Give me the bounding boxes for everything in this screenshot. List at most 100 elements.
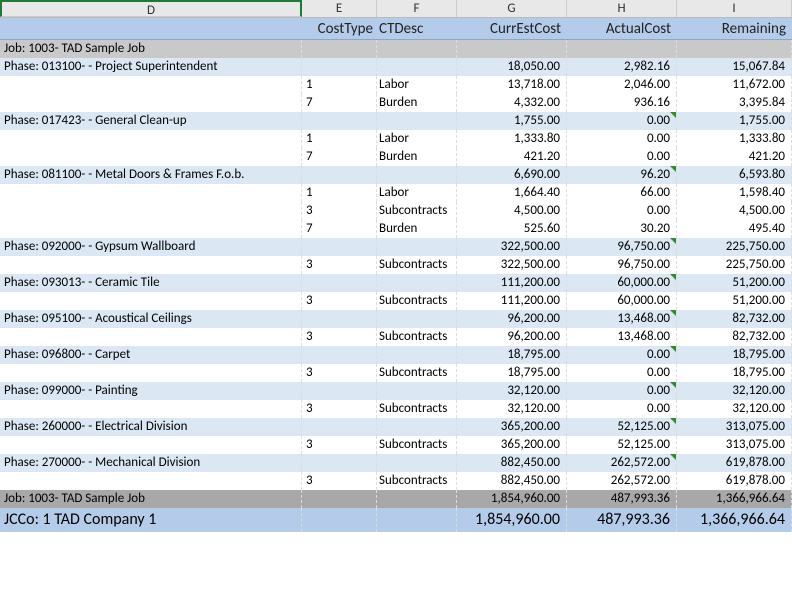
phase-g: 96,200.00 bbox=[457, 310, 567, 328]
detail-ctdesc: Subcontracts bbox=[377, 292, 457, 310]
detail-g: 4,332.00 bbox=[457, 94, 567, 112]
phase-g: 111,200.00 bbox=[457, 274, 567, 292]
phase-label: Phase: 092000- - Gypsum Wallboard bbox=[0, 238, 302, 256]
detail-h: 13,468.00 bbox=[567, 328, 677, 346]
phase-h: 96.20 bbox=[567, 166, 677, 184]
col-letter-G[interactable]: G bbox=[457, 0, 567, 17]
company-i: 1,366,966.64 bbox=[677, 508, 792, 532]
detail-costtype: 7 bbox=[302, 148, 377, 166]
detail-ctdesc: Subcontracts bbox=[377, 364, 457, 382]
detail-h: 0.00 bbox=[567, 364, 677, 382]
detail-costtype: 3 bbox=[302, 328, 377, 346]
detail-h: 60,000.00 bbox=[567, 292, 677, 310]
detail-row: 3Subcontracts322,500.0096,750.00225,750.… bbox=[0, 256, 792, 274]
detail-row: 3Subcontracts4,500.000.004,500.00 bbox=[0, 202, 792, 220]
phase-row: Phase: 270000- - Mechanical Division882,… bbox=[0, 454, 792, 472]
detail-row: 3Subcontracts365,200.0052,125.00313,075.… bbox=[0, 436, 792, 454]
header-actualcost: ActualCost bbox=[567, 18, 677, 39]
phase-row: Phase: 096800- - Carpet18,795.000.0018,7… bbox=[0, 346, 792, 364]
detail-costtype: 3 bbox=[302, 292, 377, 310]
detail-row: 3Subcontracts96,200.0013,468.0082,732.00 bbox=[0, 328, 792, 346]
detail-i: 3,395.84 bbox=[677, 94, 792, 112]
detail-g: 111,200.00 bbox=[457, 292, 567, 310]
detail-costtype: 1 bbox=[302, 76, 377, 94]
phase-i: 15,067.84 bbox=[677, 58, 792, 76]
detail-row: 1Labor13,718.002,046.0011,672.00 bbox=[0, 76, 792, 94]
phase-label: Phase: 270000- - Mechanical Division bbox=[0, 454, 302, 472]
detail-i: 313,075.00 bbox=[677, 436, 792, 454]
phase-h: 2,982.16 bbox=[567, 58, 677, 76]
column-letters: D E F G H I bbox=[0, 0, 792, 18]
col-letter-I[interactable]: I bbox=[677, 0, 792, 17]
phase-i: 6,593.80 bbox=[677, 166, 792, 184]
detail-ctdesc: Labor bbox=[377, 130, 457, 148]
col-letter-H[interactable]: H bbox=[567, 0, 677, 17]
phase-i: 82,732.00 bbox=[677, 310, 792, 328]
detail-g: 322,500.00 bbox=[457, 256, 567, 274]
phase-h: 13,468.00 bbox=[567, 310, 677, 328]
job-total-g: 1,854,960.00 bbox=[457, 490, 567, 508]
detail-g: 1,333.80 bbox=[457, 130, 567, 148]
detail-g: 32,120.00 bbox=[457, 400, 567, 418]
phase-i: 225,750.00 bbox=[677, 238, 792, 256]
detail-ctdesc: Subcontracts bbox=[377, 472, 457, 490]
detail-h: 936.16 bbox=[567, 94, 677, 112]
detail-ctdesc: Burden bbox=[377, 220, 457, 238]
job-total: Job: 1003- TAD Sample Job 1,854,960.00 4… bbox=[0, 490, 792, 508]
detail-i: 51,200.00 bbox=[677, 292, 792, 310]
detail-h: 0.00 bbox=[567, 400, 677, 418]
detail-costtype: 3 bbox=[302, 472, 377, 490]
detail-ctdesc: Labor bbox=[377, 76, 457, 94]
detail-row: 3Subcontracts882,450.00262,572.00619,878… bbox=[0, 472, 792, 490]
phase-row: Phase: 092000- - Gypsum Wallboard 322,500… bbox=[0, 238, 792, 256]
detail-costtype: 3 bbox=[302, 202, 377, 220]
detail-g: 525.60 bbox=[457, 220, 567, 238]
col-letter-E[interactable]: E bbox=[302, 0, 377, 17]
phase-label: Phase: 081100- - Metal Doors & Frames F.… bbox=[0, 166, 302, 184]
phase-i: 51,200.00 bbox=[677, 274, 792, 292]
detail-ctdesc: Subcontracts bbox=[377, 256, 457, 274]
col-letter-D[interactable]: D bbox=[0, 0, 302, 17]
phase-label: Phase: 093013- - Ceramic Tile bbox=[0, 274, 302, 292]
detail-g: 13,718.00 bbox=[457, 76, 567, 94]
phase-h: 52,125.00 bbox=[567, 418, 677, 436]
detail-h: 0.00 bbox=[567, 148, 677, 166]
phase-row: Phase: 260000- - Electrical Division365,… bbox=[0, 418, 792, 436]
phase-h: 0.00 bbox=[567, 112, 677, 130]
phase-g: 18,795.00 bbox=[457, 346, 567, 364]
phase-label: Phase: 013100- - Project Superintendent bbox=[0, 58, 302, 76]
phase-row: Phase: 013100- - Project Superintendent 1… bbox=[0, 58, 792, 76]
detail-i: 4,500.00 bbox=[677, 202, 792, 220]
detail-ctdesc: Subcontracts bbox=[377, 202, 457, 220]
detail-i: 82,732.00 bbox=[677, 328, 792, 346]
detail-h: 66.00 bbox=[567, 184, 677, 202]
detail-i: 1,333.80 bbox=[677, 130, 792, 148]
detail-h: 0.00 bbox=[567, 202, 677, 220]
detail-row: 1Labor1,664.4066.001,598.40 bbox=[0, 184, 792, 202]
col-letter-F[interactable]: F bbox=[377, 0, 457, 17]
header-blank bbox=[0, 18, 302, 39]
detail-costtype: 1 bbox=[302, 130, 377, 148]
detail-costtype: 7 bbox=[302, 220, 377, 238]
detail-row: 3Subcontracts18,795.000.0018,795.00 bbox=[0, 364, 792, 382]
detail-row: 1Labor1,333.800.001,333.80 bbox=[0, 130, 792, 148]
phase-row: Phase: 095100- - Acoustical Ceilings 96,2… bbox=[0, 310, 792, 328]
phase-label: Phase: 095100- - Acoustical Ceilings bbox=[0, 310, 302, 328]
phase-g: 322,500.00 bbox=[457, 238, 567, 256]
phase-label: Phase: 099000- - Painting bbox=[0, 382, 302, 400]
header-costtype: CostType bbox=[302, 18, 377, 39]
phase-label: Phase: 096800- - Carpet bbox=[0, 346, 302, 364]
phase-row: Phase: 081100- - Metal Doors & Frames F.… bbox=[0, 166, 792, 184]
phase-g: 365,200.00 bbox=[457, 418, 567, 436]
detail-i: 1,598.40 bbox=[677, 184, 792, 202]
phase-i: 619,878.00 bbox=[677, 454, 792, 472]
detail-i: 225,750.00 bbox=[677, 256, 792, 274]
detail-row: 7Burden525.6030.20495.40 bbox=[0, 220, 792, 238]
detail-h: 30.20 bbox=[567, 220, 677, 238]
detail-h: 0.00 bbox=[567, 130, 677, 148]
field-header: CostType CTDesc CurrEstCost ActualCost R… bbox=[0, 18, 792, 40]
phase-i: 18,795.00 bbox=[677, 346, 792, 364]
job-total-label: Job: 1003- TAD Sample Job bbox=[0, 490, 302, 508]
phase-row: Phase: 093013- - Ceramic Tile111,200.006… bbox=[0, 274, 792, 292]
detail-row: 3Subcontracts111,200.0060,000.0051,200.0… bbox=[0, 292, 792, 310]
